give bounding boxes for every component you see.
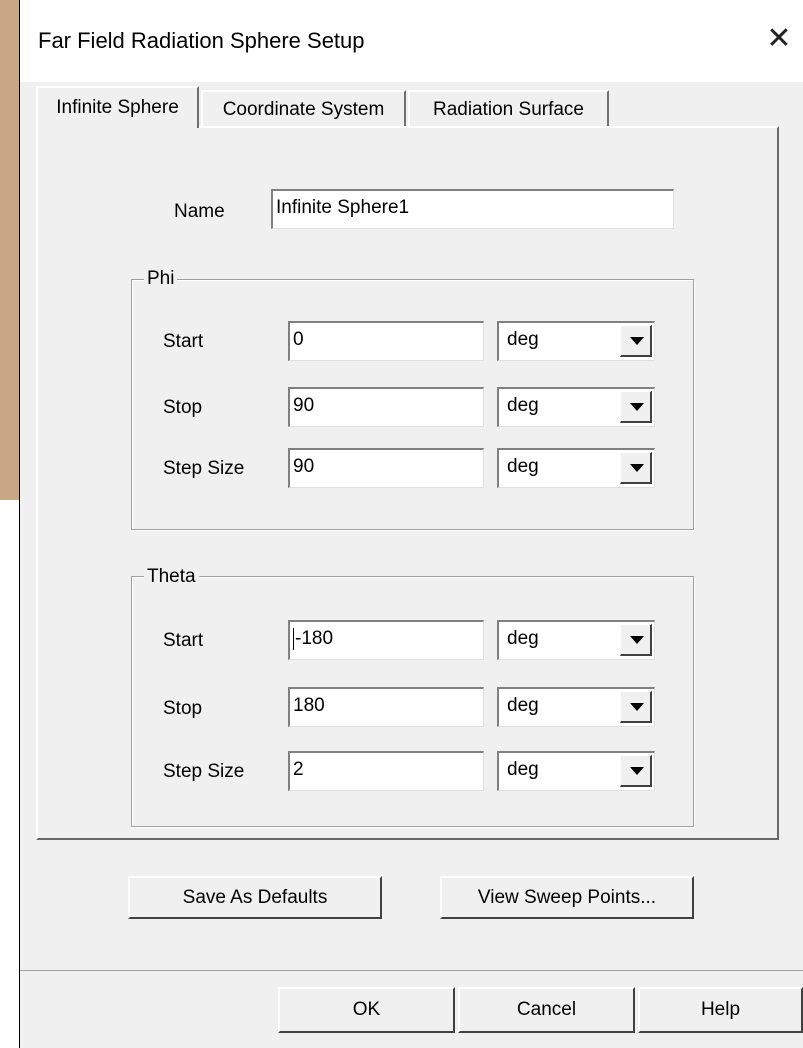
phi-stop-unit-value: deg [507,395,539,416]
dropdown-arrow-icon[interactable] [620,624,652,656]
phi-start-unit-select[interactable]: deg [497,321,655,361]
phi-stop-label: Stop [163,397,203,418]
view-sweep-points-button[interactable]: View Sweep Points... [440,876,694,919]
theta-start-value: -180 [295,628,334,649]
theta-start-unit-select[interactable]: deg [497,620,655,660]
dropdown-arrow-icon[interactable] [620,755,652,787]
phi-start-unit-value: deg [507,329,539,350]
dropdown-arrow-icon[interactable] [620,452,652,484]
theta-stop-unit-select[interactable]: deg [497,687,655,727]
name-input[interactable]: Infinite Sphere1 [271,189,674,229]
phi-stop-unit-select[interactable]: deg [497,387,655,427]
theta-step-label: Step Size [163,761,245,782]
phi-step-unit-select[interactable]: deg [497,448,655,488]
phi-start-input[interactable]: 0 [288,321,484,361]
phi-stop-input[interactable]: 90 [288,387,484,427]
phi-start-label: Start [163,331,204,352]
name-label: Name [174,201,225,222]
bottom-separator [20,970,803,971]
phi-step-input[interactable]: 90 [288,448,484,488]
phi-step-unit-value: deg [507,456,539,477]
dropdown-arrow-icon[interactable] [620,691,652,723]
phi-step-label: Step Size [163,458,245,479]
theta-step-input[interactable]: 2 [288,751,484,791]
theta-stop-label: Stop [163,698,203,719]
theta-stop-unit-value: deg [507,695,539,716]
theta-start-input[interactable]: -180 [288,620,484,660]
theta-group-title: Theta [144,566,199,588]
save-as-defaults-button[interactable]: Save As Defaults [128,876,382,919]
theta-step-unit-select[interactable]: deg [497,751,655,791]
ok-button[interactable]: OK [278,987,455,1033]
help-button[interactable]: Help [638,987,803,1033]
window-title: Far Field Radiation Sphere Setup [38,28,365,53]
theta-start-label: Start [163,630,204,651]
text-cursor [293,627,294,650]
background-window-edge-lower [0,500,19,1048]
phi-group-title: Phi [144,268,178,290]
cancel-button[interactable]: Cancel [458,987,635,1033]
close-icon[interactable]: ✕ [764,22,794,56]
tab-radiation-surface[interactable]: Radiation Surface [408,90,609,126]
background-window-edge [0,0,19,500]
theta-start-unit-value: deg [507,628,539,649]
dropdown-arrow-icon[interactable] [620,391,652,423]
dropdown-arrow-icon[interactable] [620,325,652,357]
theta-step-unit-value: deg [507,759,539,780]
theta-stop-input[interactable]: 180 [288,687,484,727]
tab-infinite-sphere[interactable]: Infinite Sphere [36,86,199,128]
tab-coordinate-system[interactable]: Coordinate System [201,90,406,126]
